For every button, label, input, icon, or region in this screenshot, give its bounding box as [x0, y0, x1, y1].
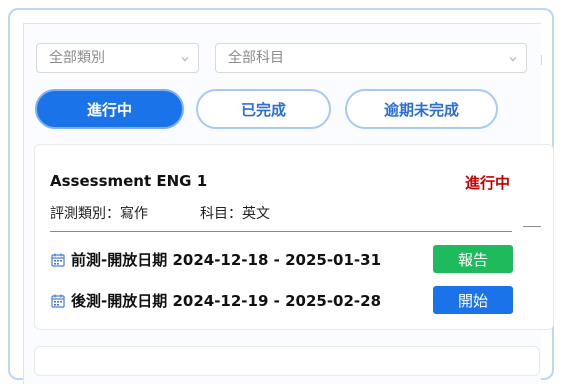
posttest-open-dates: 後測-開放日期 2024-12-19 - 2025-02-28	[71, 292, 382, 310]
calendar-icon	[51, 252, 65, 267]
assessment-title: Assessment ENG 1	[50, 172, 208, 190]
category-filter-value: 全部類別	[49, 50, 105, 66]
report-button[interactable]: 報告	[433, 245, 513, 273]
assessment-card	[34, 346, 540, 376]
tab-in-progress[interactable]: 進行中	[35, 89, 184, 129]
calendar-icon	[51, 293, 65, 308]
tab-overdue[interactable]: 逾期未完成	[345, 89, 498, 129]
subject-filter-select[interactable]: 全部科目	[215, 43, 527, 73]
divider	[50, 231, 512, 232]
assessment-card: Assessment ENG 1 進行中 評測類別：寫作 科目：英文 前測-開放…	[34, 144, 554, 330]
chevron-down-icon	[509, 55, 517, 63]
assessment-category: 評測類別：寫作	[50, 206, 148, 222]
category-filter-select[interactable]: 全部類別	[36, 43, 199, 73]
chevron-down-icon	[181, 55, 189, 63]
scroll-edge-marker	[541, 55, 542, 65]
assessment-subject: 科目：英文	[200, 206, 270, 222]
subject-filter-value: 全部科目	[228, 50, 284, 66]
start-button[interactable]: 開始	[433, 286, 513, 314]
tab-completed[interactable]: 已完成	[196, 89, 331, 129]
divider	[523, 226, 541, 227]
pretest-open-dates: 前測-開放日期 2024-12-18 - 2025-01-31	[71, 251, 382, 269]
status-badge: 進行中	[465, 174, 511, 192]
